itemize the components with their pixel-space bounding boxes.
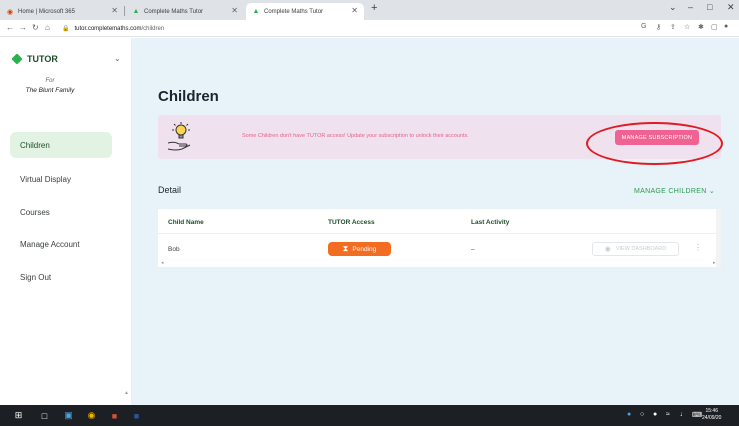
tutor-logo[interactable]: TUTOR xyxy=(11,53,58,65)
reload-icon[interactable]: ↻ xyxy=(32,23,39,32)
close-tab-icon[interactable]: ✕ xyxy=(231,6,238,15)
row-divider xyxy=(158,233,721,234)
column-header-child-name: Child Name xyxy=(168,219,204,226)
status-text: Pending xyxy=(352,245,377,253)
more-options-icon[interactable]: ⋮ xyxy=(694,243,702,252)
chevron-down-icon[interactable]: ⌄ xyxy=(114,54,121,63)
back-arrow-icon[interactable]: ← xyxy=(6,23,14,32)
page-title: Children xyxy=(158,88,219,105)
annotation-circle xyxy=(586,122,723,165)
column-header-tutor-access: TUTOR Access xyxy=(328,219,375,226)
tab-title: Complete Maths Tutor xyxy=(144,8,204,15)
extensions-icon[interactable]: ✱ xyxy=(698,23,704,31)
powerpoint-icon[interactable]: ■ xyxy=(108,409,121,422)
address-bar[interactable]: 🔒 tutor. completemaths.com/children xyxy=(62,22,634,35)
hourglass-icon: ⧗ xyxy=(342,244,349,253)
windows-start-icon[interactable]: ⊞ xyxy=(12,409,25,422)
browser-toolbar: ← → ↻ ⌂ 🔒 tutor. completemaths.com/childr… xyxy=(0,20,739,37)
share-icon[interactable]: ⇪ xyxy=(670,23,676,31)
tab-search-icon[interactable]: ⌄ xyxy=(669,2,677,13)
chrome-icon[interactable]: ◉ xyxy=(85,409,98,422)
pending-status-badge: ⧗ Pending xyxy=(328,242,391,256)
sidebar-scroll-arrow-icon[interactable]: ▲ xyxy=(124,390,129,396)
key-icon[interactable]: ⚷ xyxy=(656,23,661,31)
word-icon[interactable]: ■ xyxy=(130,409,143,422)
main-content: Children Some Children don't have TUTOR … xyxy=(133,38,739,405)
taskbar-clock[interactable]: 15:46 24/09/20 xyxy=(702,408,721,422)
children-table: Child Name TUTOR Access Last Activity Bo… xyxy=(158,209,721,267)
manage-children-label: MANAGE CHILDREN xyxy=(634,188,707,195)
sidebar-item-manage-account[interactable]: Manage Account xyxy=(10,231,112,257)
tutor-favicon-icon: ▲ xyxy=(132,8,140,15)
close-window-button[interactable]: ✕ xyxy=(727,2,735,13)
tab-separator xyxy=(124,6,125,16)
windows-taskbar: ⊞ □ ▣ ◉ ■ ■ ● ○ ● ≈ ♩ ⌨ 15:46 24/09/20 xyxy=(0,405,739,426)
sidebar: TUTOR ⌄ For The Blunt Family Children Vi… xyxy=(0,38,132,405)
sidebar-item-children[interactable]: Children xyxy=(10,132,112,158)
volume-icon[interactable]: ♩ xyxy=(680,411,687,418)
url-host-prefix: tutor. xyxy=(74,25,88,32)
view-dashboard-button[interactable]: ◉ VIEW DASHBOARD xyxy=(592,242,679,256)
view-dashboard-label: VIEW DASHBOARD xyxy=(615,246,667,252)
tab-title: Home | Microsoft 365 xyxy=(18,8,75,15)
clock-date: 24/09/20 xyxy=(702,415,722,421)
for-label: For xyxy=(45,78,55,84)
maximize-button[interactable]: □ xyxy=(707,2,712,12)
sidebar-item-virtual-display[interactable]: Virtual Display xyxy=(10,166,112,192)
browser-tab[interactable]: ◉ Home | Microsoft 365 ✕ xyxy=(0,3,124,20)
keyboard-icon[interactable]: ⌨ xyxy=(692,411,702,419)
tab-title: Complete Maths Tutor xyxy=(264,8,324,15)
home-icon[interactable]: ⌂ xyxy=(45,23,50,32)
google-icon[interactable]: G xyxy=(641,23,646,30)
lightbulb-hand-icon xyxy=(167,122,191,151)
clock-time: 15:46 xyxy=(705,408,718,414)
minimize-button[interactable]: – xyxy=(688,2,693,12)
table-vertical-scrollbar[interactable] xyxy=(716,209,721,267)
lock-icon: 🔒 xyxy=(62,26,70,32)
bookmark-star-icon[interactable]: ☆ xyxy=(684,23,690,31)
file-explorer-icon[interactable]: ▣ xyxy=(62,409,75,422)
task-view-icon[interactable]: □ xyxy=(38,409,51,422)
forward-arrow-icon[interactable]: → xyxy=(19,23,27,32)
last-activity-cell: – xyxy=(471,246,475,253)
url-host: completemaths.com xyxy=(87,25,142,32)
manage-children-dropdown[interactable]: MANAGE CHILDREN ⌄ xyxy=(634,187,715,195)
logo-text: TUTOR xyxy=(27,54,58,64)
browser-tab-strip: ◉ Home | Microsoft 365 ✕ ▲ Complete Math… xyxy=(0,0,739,20)
sidebar-item-courses[interactable]: Courses xyxy=(10,199,112,225)
sidebar-item-sign-out[interactable]: Sign Out xyxy=(10,264,112,290)
browser-tab[interactable]: ▲ Complete Maths Tutor ✕ xyxy=(126,3,244,20)
profile-icon[interactable]: ● xyxy=(724,23,728,30)
wifi-icon[interactable]: ≈ xyxy=(666,411,670,418)
eye-icon: ◉ xyxy=(604,246,611,253)
microsoft-365-favicon-icon: ◉ xyxy=(6,8,14,16)
family-name: The Blunt Family xyxy=(25,87,75,94)
new-tab-button[interactable]: + xyxy=(371,2,377,14)
scroll-left-arrow-icon[interactable]: ◂ xyxy=(161,260,164,266)
tray-icon[interactable]: ○ xyxy=(640,411,644,418)
close-tab-icon[interactable]: ✕ xyxy=(351,6,358,15)
close-tab-icon[interactable]: ✕ xyxy=(111,6,118,15)
tutor-logo-icon xyxy=(11,53,23,65)
child-name-cell: Bob xyxy=(168,246,180,253)
column-header-last-activity: Last Activity xyxy=(471,219,510,226)
banner-message: Some Children don't have TUTOR access! U… xyxy=(242,133,469,139)
url-path: /children xyxy=(141,25,165,32)
tutor-favicon-icon: ▲ xyxy=(252,8,260,15)
tray-icon[interactable]: ● xyxy=(653,411,657,418)
sidebar-panel-icon[interactable]: ▢ xyxy=(711,23,718,31)
detail-heading: Detail xyxy=(158,185,182,195)
browser-tab-active[interactable]: ▲ Complete Maths Tutor ✕ xyxy=(246,3,364,20)
page: TUTOR ⌄ For The Blunt Family Children Vi… xyxy=(0,38,739,405)
chevron-down-icon: ⌄ xyxy=(708,188,715,195)
tray-network-icon[interactable]: ● xyxy=(627,411,631,418)
